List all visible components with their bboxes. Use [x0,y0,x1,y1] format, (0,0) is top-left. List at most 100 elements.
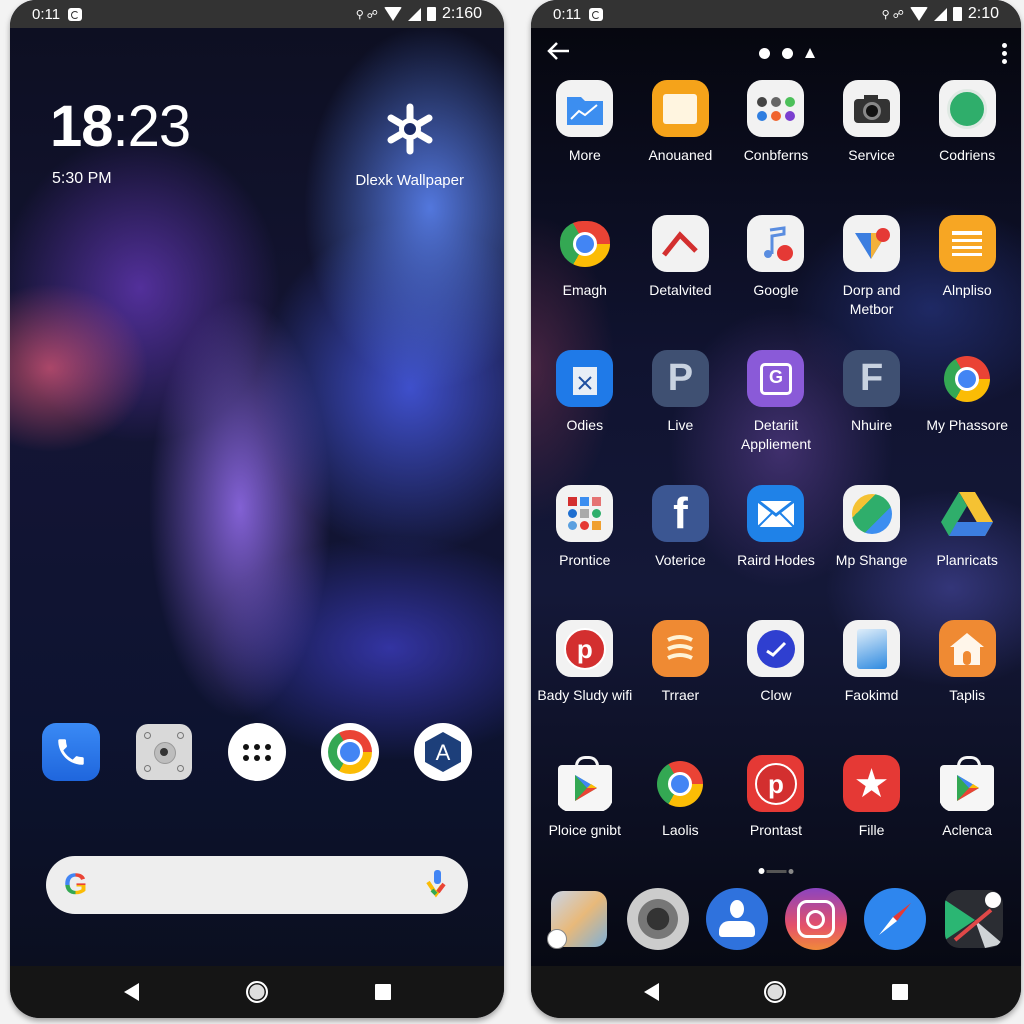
app-emagh[interactable]: Emagh [537,215,633,350]
star-icon: ★ [843,755,901,812]
app-codriens[interactable]: Codriens [919,80,1015,215]
app-label: Prontice [559,552,611,568]
app-laolis[interactable]: Laolis [633,755,729,890]
f-letter-icon: F [843,350,901,407]
app-more[interactable]: More [537,80,633,215]
overflow-menu-icon[interactable] [1002,42,1007,64]
app-drawer-phone: 0:11 ⚲ ☍ 2:10 More Anouaned Conbferns Servi… [531,0,1021,1018]
app-label: More [568,147,601,163]
app-alnpliso[interactable]: Alnpliso [919,215,1015,350]
home-dock: A [10,723,504,781]
dock-chrome[interactable] [321,723,380,781]
dock-gallery[interactable] [546,888,610,950]
app-taplis[interactable]: Taplis [919,620,1015,755]
dock-contacts[interactable] [705,888,768,950]
app-drawer: More Anouaned Conbferns Service Codriens Emag… [531,28,1021,966]
page-dot [788,868,794,874]
google-search-bar[interactable]: G [46,856,468,914]
home-icon [938,620,996,677]
app-label: Odies [566,417,604,433]
status-bar: 0:11 ⚲ ☍ 2:10 [531,0,1021,28]
dock-play[interactable] [943,888,1005,950]
app-dorp-and-metbor[interactable]: Dorp and Metbor [824,215,920,350]
app-label: Ploice gnibt [548,822,621,838]
app-trraer[interactable]: Trraer [633,620,729,755]
app-raird-hodes[interactable]: Raird Hodes [728,485,824,620]
status-time-left: 0:11 [553,5,582,23]
app-anouaned[interactable]: Anouaned [633,80,729,215]
app-detariit-appliement[interactable]: G Detariit Appliement [728,350,824,485]
app-aclenca[interactable]: Aclenca [919,755,1015,890]
back-button[interactable] [123,983,139,1001]
app-my-phassore[interactable]: My Phassore [919,350,1015,485]
drawer-dock [531,888,1021,950]
chrome-icon [652,755,709,812]
app-conbferns[interactable]: Conbferns [728,80,824,215]
mic-icon[interactable] [424,868,450,903]
back-button[interactable] [643,983,659,1001]
check-circle-icon [747,620,805,677]
home-screen-phone: 0:11 ⚲ ☍ 2:160 18:23 5:30 PM Dlexk Wallp… [10,0,504,1018]
drive-icon [939,485,996,542]
heart-badge-icon [843,215,901,272]
app-google[interactable]: Google [728,215,824,350]
dot-icon [781,47,793,59]
location-icon: ⚲ ☍ [881,8,904,21]
app-label: Conbferns [743,147,809,163]
app-odies[interactable]: Odies [537,350,633,485]
wallpaper-widget[interactable]: Dlexk Wallpaper [355,102,464,189]
app-mp-shange[interactable]: Mp Shange [824,485,920,620]
document-icon [843,620,901,677]
dock-phone[interactable] [41,723,100,781]
app-fille[interactable]: ★ Fille [824,755,920,890]
recents-button[interactable] [892,984,909,1000]
app-label: Clow [760,687,792,703]
app-voterice[interactable]: f Voterice [633,485,729,620]
home-button[interactable] [245,981,268,1003]
instagram-icon [784,888,847,950]
home-button[interactable] [764,981,787,1003]
notification-icon [589,7,604,21]
recents-button[interactable] [374,984,391,1000]
page-indicator[interactable] [758,868,794,874]
camera-icon [135,724,192,780]
app-label: Trraer [661,687,700,703]
play-dark-icon [944,890,1003,948]
gear-icon [383,102,437,156]
clock-minute: :23 [112,94,192,159]
music-note-icon [747,215,805,272]
dock-camera[interactable] [626,888,689,950]
app-label: Codriens [939,147,996,163]
app-label: Live [667,417,694,433]
app-label: Planricats [936,552,998,568]
dock-compass[interactable] [863,888,926,950]
app-detalvited[interactable]: Detalvited [633,215,729,350]
app-bady-sludy-wifi[interactable]: p Bady Sludy wifi [537,620,633,755]
clock-widget[interactable]: 18:23 5:30 PM [50,98,191,188]
chrome-heart-icon [556,215,613,272]
app-label: Google [753,282,799,298]
dock-app-drawer[interactable] [227,723,286,781]
app-faokimd[interactable]: Faokimd [824,620,920,755]
chrome-icon [939,350,996,407]
map-icon [843,485,901,542]
app-service[interactable]: Service [824,80,920,215]
app-nhuire[interactable]: F Nhuire [824,350,920,485]
wifi-icon [909,7,928,21]
app-folder-icon [556,485,614,542]
app-label: Laolis [662,822,699,838]
app-planricats[interactable]: Planricats [919,485,1015,620]
dock-camera[interactable] [135,723,193,781]
compass-icon [863,888,926,950]
back-arrow-icon[interactable] [545,40,571,67]
app-prontice[interactable]: Prontice [537,485,633,620]
app-label: Taplis [949,687,986,703]
signal-icon [933,7,947,21]
green-circle-icon [938,80,996,137]
app-clow[interactable]: Clow [728,620,824,755]
dock-store[interactable]: A [414,723,473,781]
camera-icon [843,80,901,137]
dock-instagram[interactable] [784,888,847,950]
app-live[interactable]: P Live [633,350,729,485]
app-ploice-gnibt[interactable]: Ploice gnibt [537,755,633,890]
